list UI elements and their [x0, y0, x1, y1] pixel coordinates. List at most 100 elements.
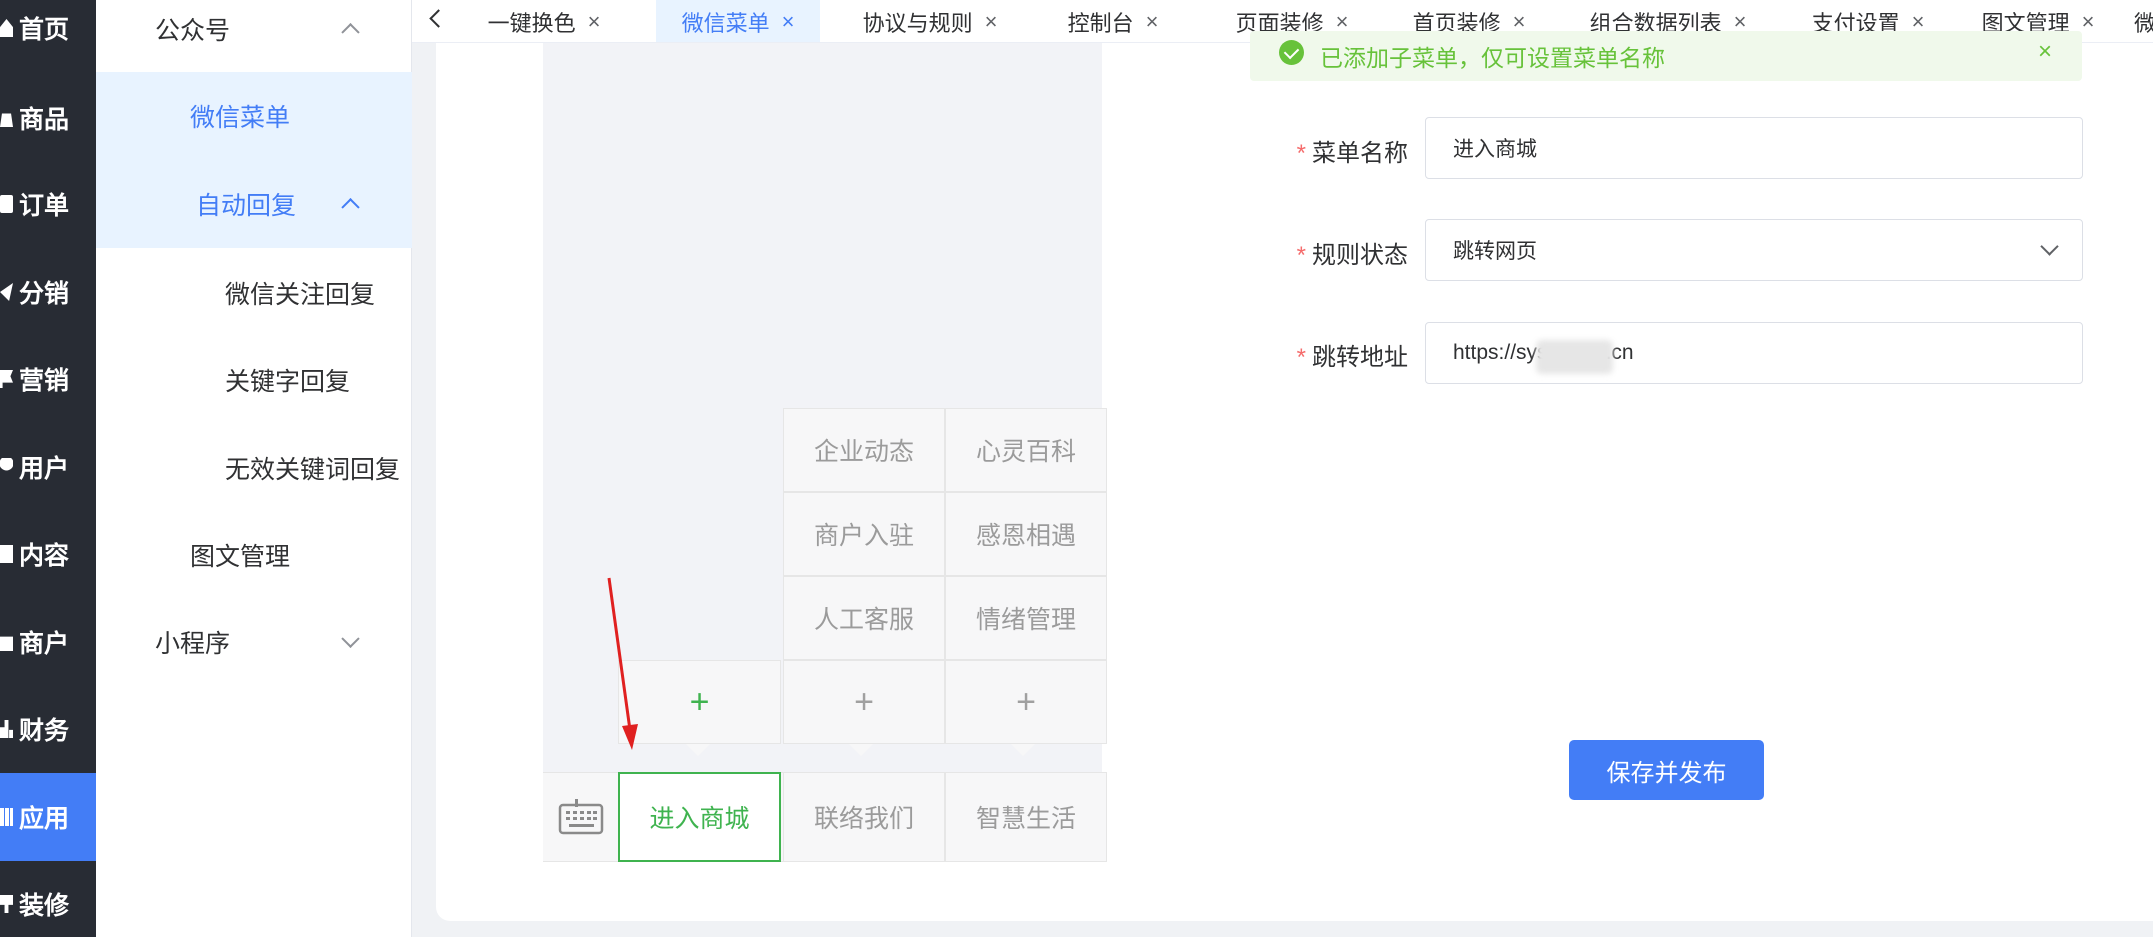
main-menu-button[interactable]: 联络我们 [783, 772, 945, 862]
main-menu-button[interactable]: 智慧生活 [945, 772, 1107, 862]
cell-label: 感恩相遇 [975, 522, 1076, 550]
rule-status-select[interactable]: 跳转网页 [1425, 219, 2083, 281]
submenu-label: 自动回复 [196, 192, 297, 220]
check-circle-icon [1279, 40, 1304, 65]
shop-icon [0, 636, 13, 651]
tab-color-theme[interactable]: 一键换色 × [464, 0, 624, 42]
submenu-cell[interactable]: 人工客服 [783, 576, 945, 660]
submenu-group-official-account[interactable]: 公众号 [96, 0, 412, 72]
tab-label: 协议与规则 [862, 10, 973, 36]
nav-item-finance[interactable]: 财务 [0, 689, 96, 769]
submenu-item-article-management[interactable]: 图文管理 [96, 512, 412, 598]
close-icon[interactable]: × [2082, 9, 2095, 35]
tab-wechat-menu[interactable]: 微信菜单 × [656, 0, 820, 42]
rule-status-label: * 规则状态 [1290, 235, 1408, 270]
flag-icon [0, 370, 13, 388]
submenu-cell[interactable]: 商户入驻 [783, 492, 945, 576]
nav-label: 商户 [19, 630, 70, 658]
brush-icon [0, 895, 13, 913]
submenu-label: 无效关键词回复 [225, 456, 401, 484]
tab-overflow[interactable]: 微 [2134, 0, 2153, 42]
success-alert: 已添加子菜单，仅可设置菜单名称 × [1250, 31, 2082, 81]
close-icon[interactable]: × [782, 9, 795, 35]
submenu-cell[interactable]: 心灵百科 [945, 408, 1107, 492]
submenu-label: 微信关注回复 [225, 281, 376, 309]
close-icon[interactable]: × [588, 9, 601, 35]
submenu-item-wechat-menu[interactable]: 微信菜单 [96, 72, 412, 160]
chevron-down-icon [2040, 237, 2059, 256]
nav-label: 首页 [19, 16, 70, 44]
cell-label: 企业动态 [813, 438, 914, 466]
menu-label: 进入商城 [649, 805, 750, 833]
submenu-cell[interactable]: 感恩相遇 [945, 492, 1107, 576]
submenu-item-invalid-keyword-reply[interactable]: 无效关键词回复 [96, 425, 412, 511]
book-icon [0, 545, 13, 563]
nav-label: 营销 [19, 367, 70, 395]
plus-icon: + [1016, 682, 1036, 721]
submenu-label: 关键字回复 [225, 368, 351, 396]
nav-label: 财务 [19, 717, 70, 745]
tab-console[interactable]: 控制台 × [1052, 0, 1174, 42]
nav-item-merchant[interactable]: 商户 [0, 602, 96, 682]
nav-item-decoration[interactable]: 装修 [0, 864, 96, 937]
menu-label: 联络我们 [813, 805, 914, 833]
menu-name-input[interactable]: 进入商城 [1425, 117, 2083, 179]
user-icon [0, 458, 13, 471]
main-menu-button[interactable]: 进入商城 [618, 772, 781, 862]
redirect-url-input[interactable]: https://sys .cn [1425, 322, 2083, 384]
submenu-group-auto-reply[interactable]: 自动回复 [96, 160, 412, 248]
add-submenu-button[interactable]: + [783, 660, 945, 744]
annotation-arrow [607, 577, 638, 750]
select-value: 跳转网页 [1453, 240, 1537, 263]
save-and-publish-button[interactable]: 保存并发布 [1569, 740, 1764, 800]
label-text: 跳转地址 [1312, 344, 1408, 371]
cell-label: 情绪管理 [975, 606, 1076, 634]
submenu-item-follow-reply[interactable]: 微信关注回复 [96, 250, 412, 336]
order-icon [0, 195, 13, 213]
required-mark: * [1296, 242, 1306, 269]
tab-label: 一键换色 [487, 10, 576, 36]
close-icon[interactable]: × [2038, 38, 2052, 66]
home-icon [0, 19, 13, 37]
nav-item-distribution[interactable]: 分销 [0, 252, 96, 332]
submenu-label: 公众号 [155, 17, 231, 45]
secondary-sidebar: 公众号 微信菜单 自动回复 微信关注回复 关键字回复 无效关键词回复 图文管理 … [96, 0, 412, 937]
url-prefix: https://sys [1453, 341, 1548, 364]
submenu-item-keyword-reply[interactable]: 关键字回复 [96, 337, 412, 423]
plus-icon: + [689, 682, 710, 721]
nav-item-apps[interactable]: 应用 [0, 773, 96, 861]
tab-agreement-rules[interactable]: 协议与规则 × [842, 0, 1018, 42]
keyboard-icon[interactable] [558, 797, 604, 837]
close-icon[interactable]: × [1146, 9, 1159, 35]
tab-label: 控制台 [1067, 10, 1134, 36]
chart-icon [0, 720, 13, 738]
cell-label: 人工客服 [813, 606, 914, 634]
submenu-label: 微信菜单 [190, 104, 291, 132]
nav-item-marketing[interactable]: 营销 [0, 339, 96, 419]
plus-icon: + [854, 682, 874, 721]
close-icon[interactable]: × [985, 9, 998, 35]
menu-label: 智慧生活 [975, 805, 1076, 833]
submenu-label: 小程序 [155, 630, 231, 658]
nav-item-goods[interactable]: 商品 [0, 78, 96, 158]
nav-label: 应用 [19, 805, 70, 833]
label-text: 规则状态 [1312, 242, 1408, 269]
input-value: 进入商城 [1453, 138, 1537, 161]
nav-item-orders[interactable]: 订单 [0, 164, 96, 244]
submenu-cell[interactable]: 企业动态 [783, 408, 945, 492]
chevron-left-icon[interactable] [426, 6, 448, 32]
add-submenu-button[interactable]: + [618, 660, 781, 744]
nav-item-content[interactable]: 内容 [0, 514, 96, 594]
nav-item-home[interactable]: 首页 [0, 0, 96, 68]
caret-pointer [686, 744, 710, 756]
caret-pointer [849, 744, 873, 756]
label-text: 菜单名称 [1312, 140, 1408, 167]
submenu-cell[interactable]: 情绪管理 [945, 576, 1107, 660]
tab-label: 微信菜单 [681, 10, 770, 36]
add-submenu-button[interactable]: + [945, 660, 1107, 744]
submenu-group-mini-program[interactable]: 小程序 [96, 599, 412, 685]
nav-label: 用户 [19, 455, 70, 483]
nav-item-users[interactable]: 用户 [0, 427, 96, 507]
tab-label: 微 [2134, 6, 2153, 38]
bag-icon [0, 113, 13, 127]
